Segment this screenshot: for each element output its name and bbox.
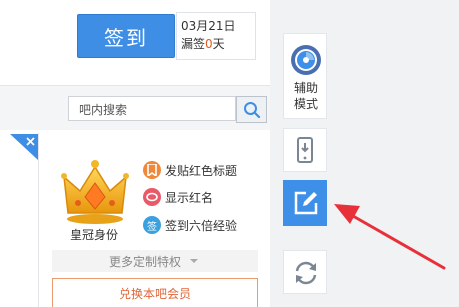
chevron-down-icon	[190, 259, 198, 263]
redeem-membership-button[interactable]: 兑换本吧会员	[52, 278, 258, 307]
assist-mode-label: 辅助 模式	[293, 81, 318, 111]
sign-in-info: 03月21日 漏签0天	[176, 12, 256, 60]
search-input[interactable]: 吧内搜索	[68, 96, 236, 121]
feature-red-title: 发贴红色标题	[143, 160, 237, 180]
bookmark-shape	[147, 164, 157, 176]
sign-icon: 签	[143, 216, 161, 234]
search-icon	[243, 101, 260, 118]
feature-red-name: 显示红名	[143, 187, 213, 207]
feature-sign-exp: 签 签到六倍经验	[143, 215, 237, 235]
crown-label: 皇冠身份	[70, 228, 119, 242]
chat-icon	[143, 188, 161, 206]
missed-days: 漏签0天	[181, 37, 225, 51]
crown-icon	[61, 160, 129, 224]
assist-mode-button[interactable]: 辅助 模式	[283, 33, 327, 119]
post-button[interactable]	[283, 180, 327, 226]
edit-icon	[294, 191, 318, 215]
feature-label: 发贴红色标题	[165, 163, 238, 178]
bubble-shape	[146, 192, 158, 202]
phone-icon	[297, 137, 313, 163]
more-privileges-toggle[interactable]: 更多定制特权	[52, 250, 258, 272]
mobile-button[interactable]	[283, 128, 327, 172]
more-privileges-label: 更多定制特权	[108, 254, 181, 269]
missed-count: 0	[205, 37, 213, 51]
title-icon	[143, 161, 161, 179]
sign-in-date: 03月21日	[181, 19, 236, 33]
pointer-arrow-icon	[334, 204, 446, 270]
sign-in-button[interactable]: 签到	[77, 14, 175, 58]
refresh-icon	[295, 261, 317, 285]
feature-label: 显示红名	[165, 190, 214, 205]
accessibility-icon	[291, 45, 321, 75]
feature-label: 签到六倍经验	[165, 218, 238, 233]
close-icon[interactable]	[10, 134, 38, 160]
search-button[interactable]	[236, 96, 267, 123]
refresh-button[interactable]	[283, 250, 327, 294]
